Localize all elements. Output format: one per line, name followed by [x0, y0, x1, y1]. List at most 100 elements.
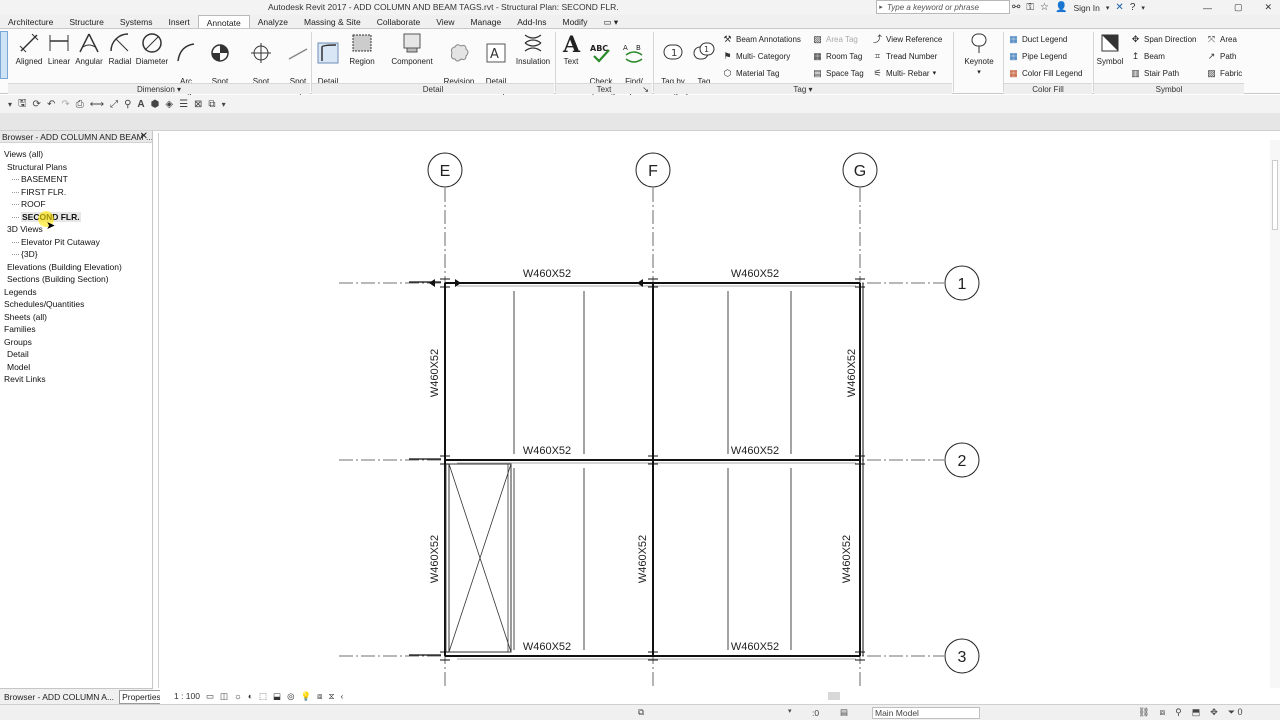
select-underlay-icon[interactable]: ⧈ — [1159, 707, 1165, 718]
browser-item[interactable]: Sheets (all) — [0, 311, 152, 324]
browser-item[interactable]: Elevator Pit Cutaway — [0, 236, 152, 249]
close-hidden-icon[interactable]: ⊠ — [194, 99, 202, 110]
browser-item[interactable]: Revit Links — [0, 373, 152, 386]
browser-item[interactable]: Structural Plans — [0, 161, 152, 174]
tab-view[interactable]: View — [428, 15, 462, 28]
sign-in-dropdown-icon[interactable]: ▾ — [1106, 4, 1110, 12]
redo-icon[interactable]: ↷ — [61, 99, 69, 110]
area-tag-button[interactable]: ▧ Area Tag — [812, 32, 858, 47]
tab-collaborate[interactable]: Collaborate — [369, 15, 428, 28]
browser-item[interactable]: FIRST FLR. — [0, 186, 152, 199]
text-button[interactable]: A Text — [559, 31, 583, 67]
radial-dimension-button[interactable]: Radial — [105, 31, 135, 67]
print-icon[interactable]: ⎙ — [76, 99, 84, 110]
drag-elements-icon[interactable]: ✥ — [1210, 707, 1218, 718]
color-fill-panel-label[interactable]: Color Fill — [1004, 83, 1092, 94]
analytical-model-icon[interactable]: ⧖ — [328, 691, 334, 702]
browser-item[interactable]: Elevations (Building Elevation) — [0, 261, 152, 274]
sun-path-icon[interactable]: ☼ — [234, 691, 242, 701]
symbol-button[interactable]: Symbol — [1094, 31, 1126, 67]
tab-manage[interactable]: Manage — [462, 15, 509, 28]
scroll-left-icon[interactable]: ‹ — [340, 691, 343, 701]
browser-item[interactable]: Families — [0, 323, 152, 336]
tab-massing-site[interactable]: Massing & Site — [296, 15, 369, 28]
multi-rebar-button[interactable]: ⚟ Multi- Rebar ▾ — [872, 66, 936, 81]
section-icon[interactable]: ◈ — [165, 99, 173, 110]
user-icon[interactable]: 👤 — [1055, 2, 1067, 13]
select-by-face-icon[interactable]: ⬒ — [1192, 707, 1201, 718]
browser-item[interactable]: Detail — [0, 348, 152, 361]
reveal-hidden-icon[interactable]: 💡 — [300, 691, 311, 702]
customize-qat-icon[interactable]: ▾ — [222, 100, 226, 109]
browser-item[interactable]: Groups — [0, 336, 152, 349]
active-model-selector[interactable]: Main Model — [872, 707, 980, 719]
save-icon[interactable]: 🖫 — [18, 96, 27, 113]
beam-annotations-button[interactable]: ⚒ Beam Annotations — [722, 32, 800, 47]
tab-modify[interactable]: Modify — [554, 15, 595, 28]
region-button[interactable]: Region — [344, 31, 380, 67]
text-qat-icon[interactable]: A — [137, 99, 144, 110]
tab-structure[interactable]: Structure — [61, 15, 112, 28]
visual-style-icon[interactable]: ◫ — [220, 691, 228, 702]
drawing-area[interactable]: E F G 1 2 3 W460X52 W460X52 W460X52 W460X52 W460X5… — [158, 133, 1270, 688]
pipe-legend-button[interactable]: ▦ Pipe Legend — [1008, 49, 1067, 64]
tread-number-button[interactable]: ⌗ Tread Number — [872, 49, 937, 64]
component-button[interactable]: Component — [386, 31, 438, 67]
browser-item[interactable]: Model — [0, 361, 152, 374]
vertical-scrollbar[interactable] — [1270, 140, 1280, 688]
qat-menu-icon[interactable]: ▾ — [8, 100, 12, 109]
help-dropdown-icon[interactable]: ▾ — [1141, 4, 1145, 12]
ribbon-options-icon[interactable]: ▭ ▾ — [596, 15, 627, 28]
temporary-properties-icon[interactable]: ⧈ — [317, 691, 322, 702]
worksharing-icon[interactable]: ⧉ — [638, 707, 644, 718]
angular-dimension-button[interactable]: Angular — [73, 31, 105, 67]
filter-icon[interactable]: ⏷ 0 — [1228, 707, 1243, 718]
path-symbol-button[interactable]: ↗ Path — [1206, 49, 1237, 64]
sign-in-link[interactable]: Sign In — [1073, 3, 1099, 13]
help-search-box[interactable]: ▸ Type a keyword or phrase — [876, 0, 1010, 14]
browser-item[interactable]: Legends — [0, 286, 152, 299]
insulation-button[interactable]: Insulation — [512, 31, 554, 67]
aligned-dimension-qat-icon[interactable]: ⤢ — [110, 99, 118, 110]
dimension-panel-label[interactable]: Dimension ▾ — [8, 83, 310, 94]
browser-item[interactable]: 3D Views — [0, 223, 152, 236]
sync-icon[interactable]: ⟳ — [33, 99, 41, 110]
browser-item[interactable]: BASEMENT — [0, 173, 152, 186]
modify-tool-partial[interactable] — [0, 31, 8, 79]
browser-item[interactable]: Sections (Building Section) — [0, 273, 152, 286]
diameter-dimension-button[interactable]: Diameter — [134, 31, 170, 67]
color-fill-legend-button[interactable]: ▦ Color Fill Legend — [1008, 66, 1082, 81]
tab-properties[interactable]: Properties — [119, 689, 164, 704]
help-search-placeholder[interactable]: Type a keyword or phrase — [885, 3, 979, 12]
duct-legend-button[interactable]: ▦ Duct Legend — [1008, 32, 1067, 47]
area-symbol-button[interactable]: ⤧ Area — [1206, 32, 1237, 47]
tag-panel-label[interactable]: Tag ▾ — [654, 83, 952, 94]
show-crop-icon[interactable]: ⬓ — [273, 691, 281, 702]
temporary-hide-icon[interactable]: ◎ — [287, 691, 294, 702]
maximize-icon[interactable]: ▢ — [1234, 2, 1243, 13]
horizontal-scroll-thumb[interactable] — [828, 692, 840, 700]
browser-item-selected[interactable]: SECOND FLR. — [0, 211, 152, 224]
multi-category-tag-button[interactable]: ⚑ Multi- Category — [722, 49, 790, 64]
tab-insert[interactable]: Insert — [160, 15, 197, 28]
view-reference-button[interactable]: ⤴ View Reference — [872, 32, 942, 47]
measure-icon[interactable]: ⟷ — [90, 99, 104, 110]
linear-dimension-button[interactable]: Linear — [45, 31, 73, 67]
3d-view-icon[interactable]: ⬢ — [151, 99, 160, 110]
close-browser-icon[interactable]: ✕ — [140, 131, 148, 143]
tab-add-ins[interactable]: Add-Ins — [509, 15, 554, 28]
favorites-star-icon[interactable]: ☆ — [1040, 2, 1049, 13]
scroll-thumb[interactable] — [1272, 160, 1278, 230]
exchange-apps-icon[interactable]: ✕ — [1115, 2, 1123, 13]
stair-path-button[interactable]: ▥ Stair Path — [1130, 66, 1179, 81]
tab-project-browser[interactable]: Browser - ADD COLUMN A... — [2, 691, 116, 703]
space-tag-button[interactable]: ▤ Space Tag — [812, 66, 863, 81]
tag-qat-icon[interactable]: ⚲ — [124, 99, 131, 110]
room-tag-button[interactable]: ▦ Room Tag — [812, 49, 862, 64]
search-expand-icon[interactable]: ▸ — [877, 3, 885, 11]
tab-analyze[interactable]: Analyze — [250, 15, 296, 28]
minimize-icon[interactable]: — — [1203, 3, 1212, 13]
beam-symbol-button[interactable]: ↥ Beam — [1130, 49, 1165, 64]
tab-annotate[interactable]: Annotate — [197, 15, 250, 28]
browser-item[interactable]: {3D} — [0, 248, 152, 261]
